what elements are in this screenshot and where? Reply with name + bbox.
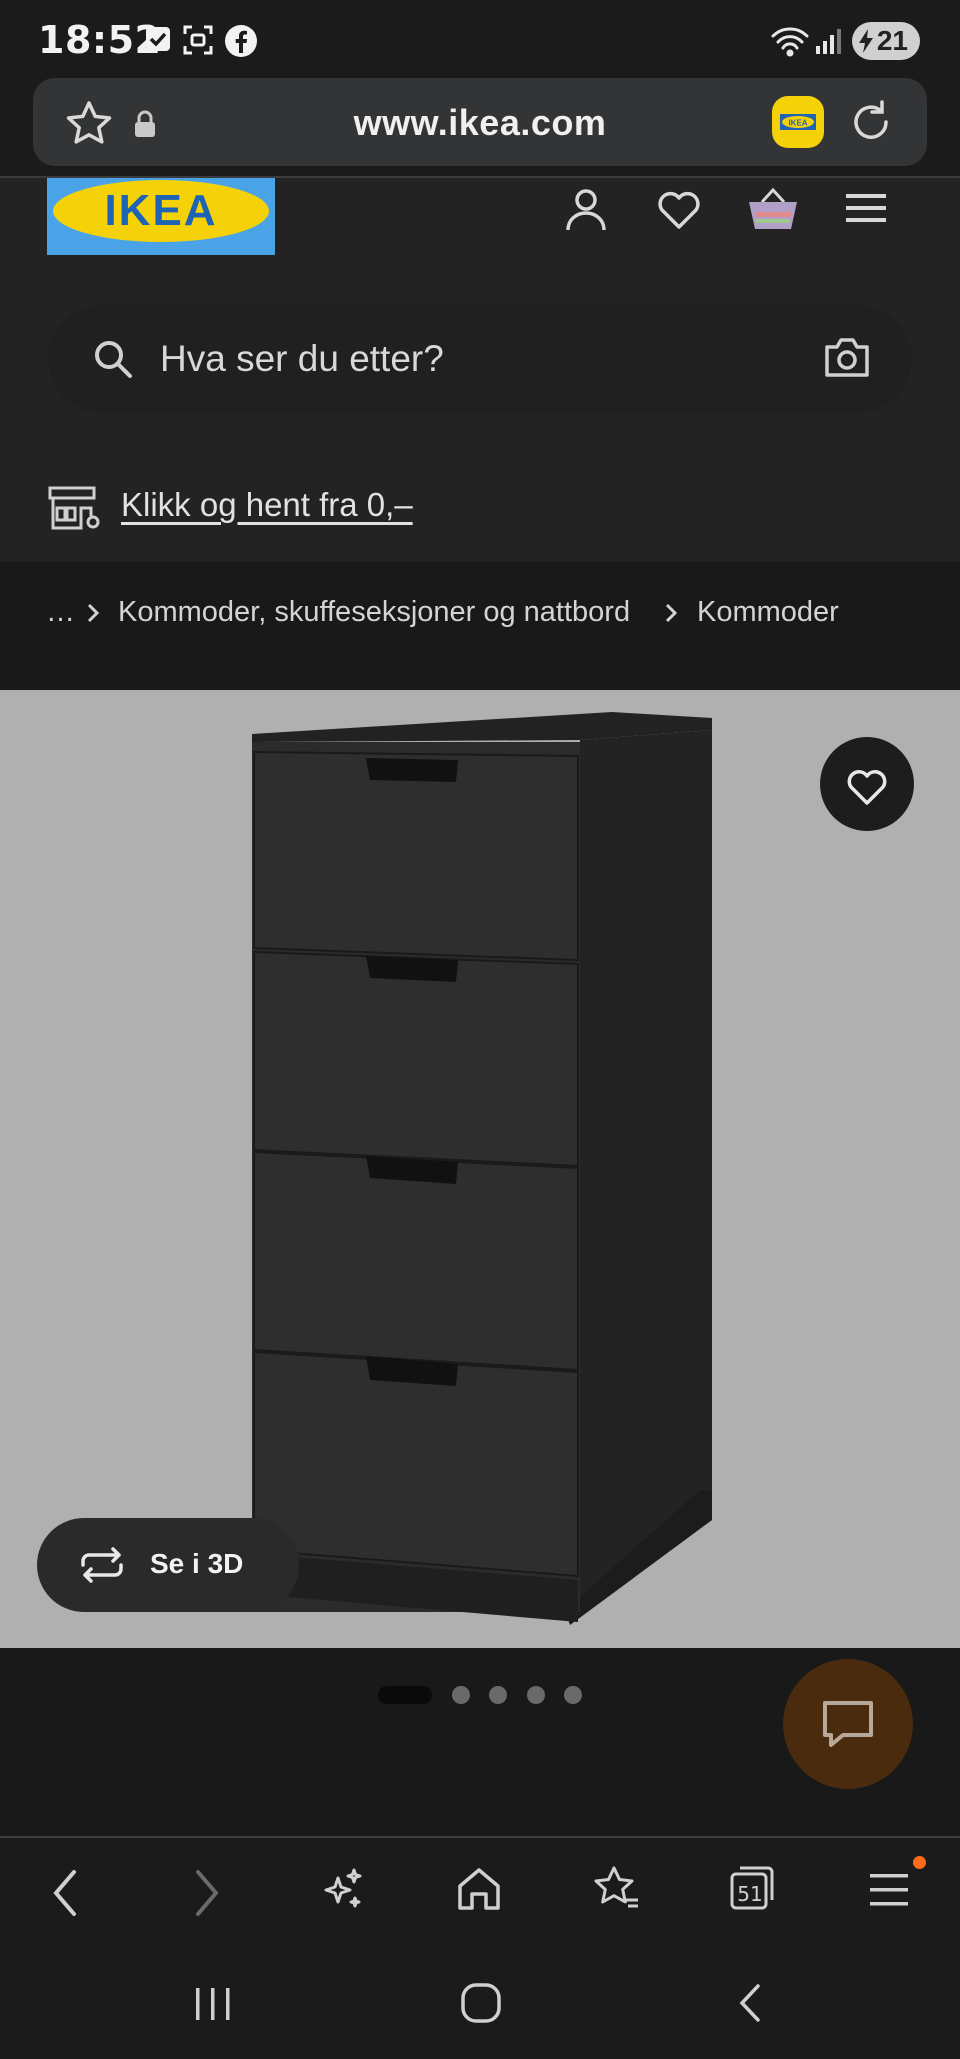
notification-dot — [913, 1856, 926, 1869]
carousel-indicator-active[interactable] — [378, 1686, 432, 1704]
store-pickup-icon — [48, 486, 100, 530]
signal-icon — [814, 28, 842, 56]
product-image[interactable] — [0, 690, 960, 1648]
forward-arrow-icon[interactable] — [192, 1868, 222, 1918]
chevron-right-icon — [664, 603, 678, 623]
carousel-dot[interactable] — [452, 1686, 470, 1704]
logo-text: IKEA — [104, 186, 217, 235]
carousel-dot[interactable] — [564, 1686, 582, 1704]
reload-icon[interactable] — [848, 98, 894, 144]
ikea-logo[interactable]: IKEA — [47, 178, 275, 255]
click-collect-link[interactable]: Klikk og hent fra 0,– — [121, 486, 413, 524]
battery-level: 21 — [876, 25, 908, 56]
ikea-extension-icon[interactable]: IKEA — [772, 96, 824, 148]
browser-menu-icon[interactable] — [870, 1872, 910, 1908]
back-arrow-icon[interactable] — [50, 1868, 80, 1918]
status-time: 18:52 — [38, 18, 162, 62]
account-icon[interactable] — [563, 186, 609, 232]
battery-charging-icon — [858, 29, 874, 53]
chest-of-drawers-image — [252, 712, 712, 1625]
search-placeholder[interactable]: Hva ser du etter? — [160, 338, 444, 380]
check-notification-icon — [145, 26, 171, 52]
recent-apps-icon[interactable] — [194, 1984, 232, 2024]
home-button-icon[interactable] — [460, 1982, 502, 2024]
breadcrumb-item[interactable]: Kommoder — [697, 596, 839, 629]
heart-icon — [847, 770, 887, 805]
shopping-bag-icon[interactable] — [746, 186, 800, 232]
home-icon[interactable] — [456, 1866, 502, 1912]
carousel-dot[interactable] — [527, 1686, 545, 1704]
chat-icon — [823, 1701, 873, 1747]
svg-text:IKEA: IKEA — [788, 119, 807, 128]
rotate-3d-icon — [77, 1545, 127, 1585]
search-icon — [92, 338, 134, 380]
menu-icon[interactable] — [846, 192, 886, 224]
add-to-wishlist-button[interactable] — [820, 737, 914, 831]
bookmarks-star-icon[interactable] — [592, 1864, 642, 1914]
system-back-icon[interactable] — [736, 1982, 764, 2024]
screenshot-icon — [183, 25, 213, 55]
breadcrumb-item[interactable]: Kommoder, skuffeseksjoner og nattbord — [118, 596, 630, 629]
carousel-dot[interactable] — [489, 1686, 507, 1704]
chevron-right-icon — [86, 603, 100, 623]
tab-count: 51 — [737, 1882, 763, 1906]
wifi-icon — [770, 24, 810, 58]
view-in-3d-label[interactable]: Se i 3D — [150, 1548, 243, 1580]
chat-button[interactable] — [783, 1659, 913, 1789]
camera-search-icon[interactable] — [824, 336, 870, 378]
wishlist-heart-icon[interactable] — [656, 188, 702, 230]
ai-sparkle-icon[interactable] — [318, 1866, 366, 1914]
breadcrumb-ellipsis[interactable]: … — [46, 596, 75, 629]
facebook-icon — [224, 24, 258, 58]
